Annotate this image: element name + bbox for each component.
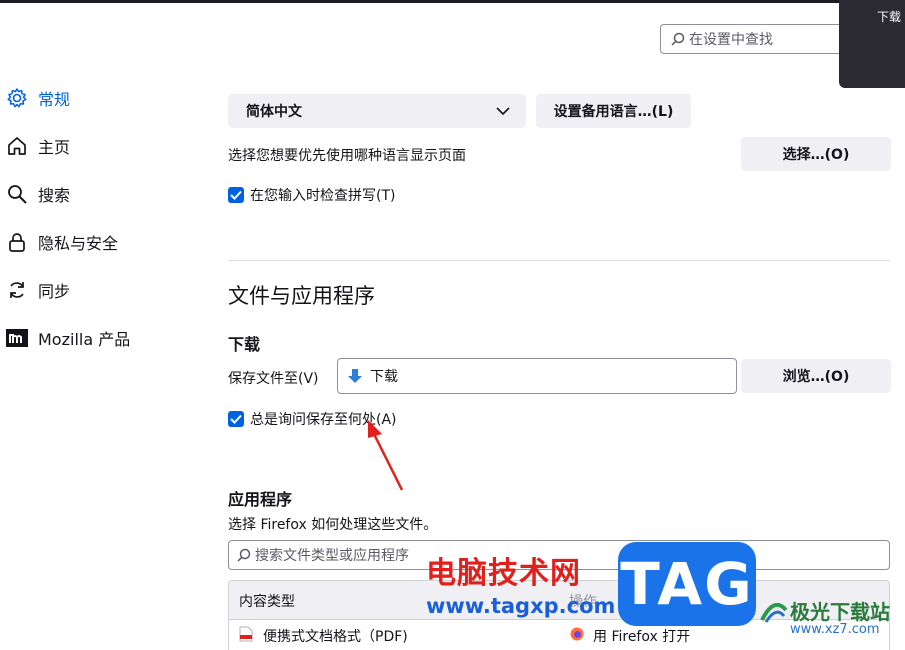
choose-language-button[interactable]: 选择…(O) xyxy=(741,137,891,171)
watermark-right-name: 极光下载站 xyxy=(790,600,890,624)
applications-description: 选择 Firefox 如何处理这些文件。 xyxy=(228,517,438,533)
sidebar-item-label: 常规 xyxy=(38,90,71,109)
watermark-site-name: 电脑技术网 xyxy=(426,556,581,591)
watermark-right-url: www.xz7.com xyxy=(790,622,880,637)
watermark-aurora-logo xyxy=(760,602,788,623)
chevron-down-icon xyxy=(496,107,510,116)
window-top-border xyxy=(0,0,905,3)
sidebar-item-sync[interactable]: 同步 xyxy=(6,274,206,306)
gear-icon xyxy=(6,87,28,109)
column-content-type[interactable]: 内容类型 xyxy=(239,591,295,611)
download-popup[interactable]: 下载 xyxy=(839,0,905,88)
row-content-type: 便携式文档格式（PDF) xyxy=(263,629,408,645)
alt-language-button[interactable]: 设置备用语言…(L) xyxy=(536,94,691,128)
watermark-tag-logo: TAG xyxy=(618,542,756,626)
firefox-icon xyxy=(570,627,584,641)
download-arrow-icon xyxy=(348,369,362,383)
spellcheck-label: 在您输入时检查拼写(T) xyxy=(250,188,396,204)
search-icon xyxy=(237,548,251,562)
sidebar-item-mozilla[interactable]: Mozilla 产品 xyxy=(6,322,206,354)
settings-search-input[interactable]: 在设置中查找 xyxy=(660,24,850,54)
sidebar-item-label: Mozilla 产品 xyxy=(38,330,131,349)
applications-title: 应用程序 xyxy=(228,490,293,509)
language-select[interactable]: 简体中文 xyxy=(228,94,526,128)
checkbox-checked-icon xyxy=(228,411,244,427)
sync-icon xyxy=(6,279,28,301)
sidebar-item-search[interactable]: 搜索 xyxy=(6,178,206,210)
save-to-label: 保存文件至(V) xyxy=(228,371,319,387)
mozilla-icon xyxy=(6,327,28,349)
language-prompt: 选择您想要优先使用哪种语言显示页面 xyxy=(228,148,466,164)
annotation-arrow xyxy=(368,420,404,491)
row-action: 用 Firefox 打开 xyxy=(593,629,691,645)
sidebar-item-label: 隐私与安全 xyxy=(38,234,119,253)
sidebar-item-privacy[interactable]: 隐私与安全 xyxy=(6,226,206,258)
section-divider xyxy=(228,260,890,261)
watermark-site-url: www.tagxp.com xyxy=(426,594,616,618)
download-folder-value: 下载 xyxy=(370,369,398,385)
search-placeholder: 在设置中查找 xyxy=(689,32,773,48)
files-section-title: 文件与应用程序 xyxy=(228,284,375,308)
spellcheck-checkbox[interactable]: 在您输入时检查拼写(T) xyxy=(228,185,395,205)
download-folder-field: 下载 xyxy=(337,358,737,394)
search-icon xyxy=(6,183,28,205)
browse-button[interactable]: 浏览…(O) xyxy=(741,359,891,393)
sidebar-item-label: 主页 xyxy=(38,138,71,157)
download-title: 下载 xyxy=(228,335,261,354)
language-selected: 简体中文 xyxy=(246,104,302,120)
sidebar-item-label: 搜索 xyxy=(38,186,71,205)
download-popup-label: 下载 xyxy=(877,10,902,24)
pdf-file-icon xyxy=(239,626,253,642)
sidebar-item-home[interactable]: 主页 xyxy=(6,130,206,162)
sidebar-item-general[interactable]: 常规 xyxy=(6,82,206,114)
search-icon xyxy=(671,32,685,46)
home-icon xyxy=(6,135,28,157)
checkbox-checked-icon xyxy=(228,187,244,203)
file-type-search-placeholder: 搜索文件类型或应用程序 xyxy=(255,548,409,564)
lock-icon xyxy=(6,231,28,253)
sidebar-item-label: 同步 xyxy=(38,282,71,301)
